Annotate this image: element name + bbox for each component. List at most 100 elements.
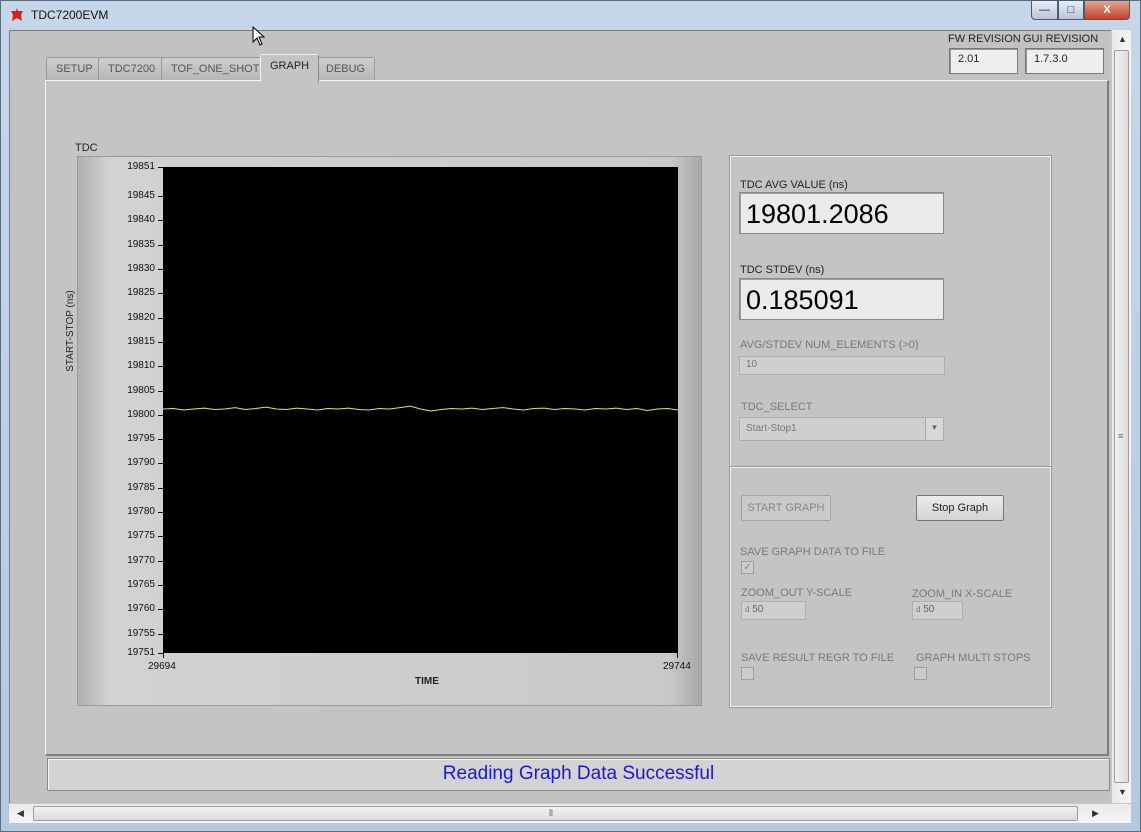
graph-label: TDC	[75, 142, 98, 154]
save-graph-data-label: SAVE GRAPH DATA TO FILE	[740, 546, 886, 558]
y-tick-mark	[158, 196, 163, 198]
zoom-in-x-prefix: d	[916, 605, 921, 614]
window-title: TDC7200EVM	[31, 8, 109, 22]
y-tick-mark	[158, 584, 163, 586]
vertical-scrollbar[interactable]: ▲ ≡ ▼	[1111, 30, 1131, 803]
zoom-out-y-prefix: d	[745, 605, 750, 614]
y-axis-title: START-STOP (ns)	[65, 290, 76, 372]
y-tick-label: 19830	[127, 263, 155, 275]
tdc-avg-label: TDC AVG VALUE (ns)	[740, 179, 848, 191]
y-tick-label: 19765	[127, 578, 155, 590]
zoom-out-y-input[interactable]: d 50	[741, 601, 806, 620]
zoom-out-y-value: 50	[752, 604, 764, 615]
minimize-button[interactable]: —	[1031, 0, 1058, 20]
grip-icon: ≡	[1118, 431, 1124, 441]
tab-tdc7200[interactable]: TDC7200	[98, 57, 166, 81]
horizontal-scrollbar[interactable]: ◀ ⦀ ▶	[9, 803, 1131, 823]
zoom-in-x-input[interactable]: d 50	[912, 601, 963, 620]
y-tick-mark	[158, 293, 163, 295]
y-tick-mark	[158, 244, 163, 246]
vertical-scroll-thumb[interactable]: ≡	[1114, 50, 1129, 783]
status-message: Reading Graph Data Successful	[47, 758, 1110, 791]
y-tick-mark	[158, 317, 163, 319]
y-tick-label: 19755	[127, 627, 155, 639]
y-tick-label: 19820	[127, 311, 155, 323]
y-tick-label: 19751	[127, 647, 155, 658]
y-tick-mark	[158, 512, 163, 514]
save-result-regr-label: SAVE RESULT REGR TO FILE	[741, 652, 895, 664]
fw-revision-label: FW REVISION	[948, 33, 1021, 45]
y-tick-mark	[158, 414, 163, 416]
x-tick-mark	[677, 653, 678, 658]
y-tick-label: 19851	[127, 161, 155, 172]
gui-revision-label: GUI REVISION	[1023, 33, 1099, 45]
num-elements-label: AVG/STDEV NUM_ELEMENTS (>0)	[740, 339, 919, 351]
y-tick-mark	[158, 609, 163, 611]
y-tick-label: 19790	[127, 457, 155, 469]
tab-tof-one-shot[interactable]: TOF_ONE_SHOT	[161, 57, 270, 81]
y-tick-mark	[158, 167, 163, 168]
graph-multi-stops-checkbox[interactable]	[914, 667, 927, 680]
save-result-regr-checkbox[interactable]	[741, 667, 754, 680]
title-bar[interactable]: TDC7200EVM — □ X	[0, 0, 1139, 30]
start-graph-button[interactable]: START GRAPH	[741, 495, 831, 521]
y-tick-mark	[158, 341, 163, 343]
graph-multi-stops-label: GRAPH MULTI STOPS	[916, 652, 1031, 664]
stop-graph-button[interactable]: Stop Graph	[916, 495, 1004, 521]
y-tick-mark	[158, 463, 163, 465]
tab-setup[interactable]: SETUP	[46, 57, 103, 81]
tdc-stdev-value: 0.185091	[739, 278, 944, 320]
tdc-select-label: TDC_SELECT	[741, 401, 813, 413]
series-line	[163, 405, 678, 412]
zoom-in-x-label: ZOOM_IN X-SCALE	[912, 588, 1013, 600]
y-tick-mark	[158, 220, 163, 222]
y-tick-label: 19760	[127, 603, 155, 615]
tdc-select-value: Start-Stop1	[746, 423, 797, 434]
y-tick-mark	[158, 366, 163, 368]
y-tick-mark	[158, 487, 163, 489]
y-tick-label: 19785	[127, 481, 155, 493]
y-tick-label: 19810	[127, 360, 155, 372]
ti-logo-icon	[11, 8, 23, 21]
y-tick-mark	[158, 439, 163, 441]
y-tick-mark	[158, 633, 163, 635]
gui-revision-value: 1.7.3.0	[1025, 48, 1104, 74]
maximize-button[interactable]: □	[1058, 0, 1084, 20]
y-tick-mark	[158, 560, 163, 562]
tab-debug[interactable]: DEBUG	[316, 57, 376, 81]
zoom-out-y-label: ZOOM_OUT Y-SCALE	[741, 587, 853, 599]
x-tick-label: 29694	[148, 661, 176, 672]
y-tick-label: 19840	[127, 214, 155, 226]
x-axis-title: TIME	[415, 676, 439, 687]
zoom-in-x-value: 50	[923, 604, 935, 615]
mouse-cursor-icon	[252, 26, 266, 46]
plot-canvas	[163, 405, 678, 412]
save-graph-data-checkbox[interactable]: ✓	[741, 561, 754, 574]
y-tick-label: 19815	[127, 335, 155, 347]
y-tick-mark	[158, 269, 163, 271]
plot-area[interactable]	[163, 167, 678, 653]
scroll-left-icon[interactable]: ◀	[17, 808, 24, 819]
y-tick-mark	[158, 390, 163, 392]
x-tick-mark	[163, 653, 164, 658]
y-tick-label: 19825	[127, 287, 155, 299]
tdc-select-dropdown[interactable]: Start-Stop1 ▼	[739, 417, 944, 441]
close-button[interactable]: X	[1084, 0, 1130, 20]
chevron-down-icon[interactable]: ▼	[925, 418, 943, 440]
scroll-down-icon[interactable]: ▼	[1118, 787, 1127, 797]
horizontal-scroll-thumb[interactable]: ⦀	[33, 806, 1078, 821]
tab-graph[interactable]: GRAPH	[260, 54, 320, 82]
grip-icon: ⦀	[549, 808, 553, 818]
tdc-stdev-label: TDC STDEV (ns)	[740, 264, 825, 276]
y-tick-label: 19770	[127, 554, 155, 566]
num-elements-input[interactable]: 10	[739, 356, 945, 375]
y-tick-label: 19780	[127, 506, 155, 518]
y-tick-label: 19835	[127, 238, 155, 250]
y-tick-label: 19805	[127, 384, 155, 396]
scroll-right-icon[interactable]: ▶	[1092, 808, 1099, 819]
y-tick-label: 19845	[127, 190, 155, 202]
fw-revision-value: 2.01	[949, 48, 1018, 74]
x-tick-label: 29744	[663, 661, 691, 672]
scroll-up-icon[interactable]: ▲	[1118, 34, 1127, 44]
y-tick-label: 19775	[127, 530, 155, 542]
